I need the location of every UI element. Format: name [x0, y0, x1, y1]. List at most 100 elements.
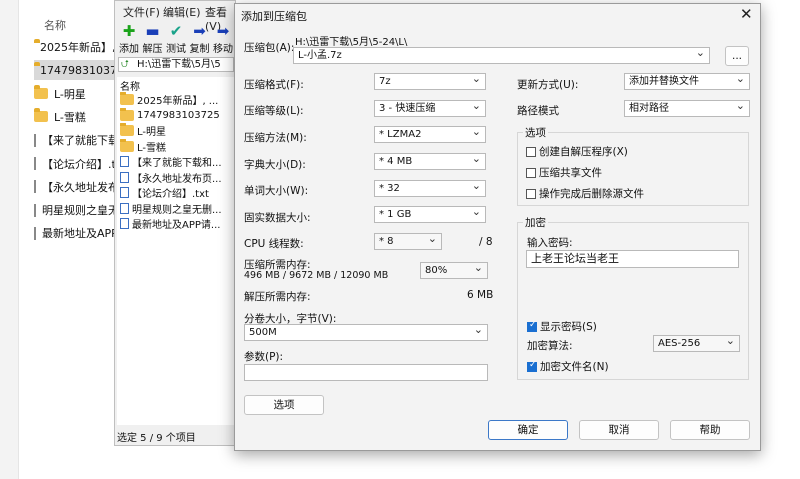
encrypt-names-row[interactable]: 加密文件名(N): [527, 359, 609, 374]
show-password-checkbox[interactable]: [527, 320, 537, 332]
explorer-list-item[interactable]: L-明星: [34, 84, 118, 104]
file-name: 2025年新品】, ...: [137, 96, 219, 107]
encrypt-names-checkbox[interactable]: [527, 360, 537, 372]
file-icon: [34, 157, 36, 170]
file-list[interactable]: 名称 2025年新品】, ... 17479831037​25 L-明星 L-雪糕 【来…: [117, 77, 235, 425]
explorer-list-item[interactable]: 最新地址及APP...: [34, 223, 127, 243]
show-password-row[interactable]: 显示密码(S): [527, 319, 597, 334]
menu-file[interactable]: 文件(F): [123, 4, 160, 20]
file-list-row[interactable]: 【论坛介绍】.txt: [120, 185, 232, 200]
explorer-list-item[interactable]: L-雪糕: [34, 107, 118, 127]
file-list-row[interactable]: 17479831037​25: [120, 107, 232, 123]
help-button[interactable]: 帮助: [670, 420, 750, 440]
toolbar-move-button[interactable]: ➡ 移动: [211, 23, 235, 55]
options-button[interactable]: 选项: [244, 395, 324, 415]
method-combo[interactable]: * LZMA2: [374, 124, 486, 143]
folder-icon: [120, 92, 134, 105]
explorer-list-item[interactable]: 17479831037...: [34, 60, 127, 81]
threads-label: CPU 线程数:: [244, 238, 304, 250]
word-combo[interactable]: * 32: [374, 178, 486, 197]
7zip-file-manager: 文件(F) 编辑(E) 查看(V) ✚ 添加 ▬ 解压 ✔ 测试 ➡ 复制 ➡ 移动 ⮍ H:\迅…: [114, 0, 236, 446]
toolbar-test-button[interactable]: ✔ 测试: [164, 23, 188, 55]
toolbar-label: 移动: [213, 44, 233, 55]
dict-combo[interactable]: * 4 MB: [374, 151, 486, 170]
format-combo[interactable]: 7z: [374, 71, 486, 90]
file-name: 明星规则之皇无删...: [132, 204, 222, 216]
file-icon: [34, 180, 36, 194]
shared-checkbox[interactable]: [526, 167, 536, 178]
file-list-row[interactable]: L-雪糕: [120, 138, 232, 154]
folder-icon: [34, 108, 48, 123]
explorer-column-name[interactable]: 名称: [44, 17, 66, 33]
explorer-list-item[interactable]: 【永久地址发布...: [34, 177, 130, 197]
up-folder-icon[interactable]: ⮍: [121, 58, 129, 71]
explorer-list-item[interactable]: 【来了就能下载...: [34, 130, 130, 150]
path-mode-combo[interactable]: 相对路径: [624, 98, 750, 117]
file-list-row[interactable]: 【来了就能下载和...: [120, 154, 232, 169]
close-icon[interactable]: ✕: [740, 5, 753, 23]
mem-compress-detail: 496 MB / 9672 MB / 12090 MB: [244, 270, 389, 281]
address-bar[interactable]: ⮍ H:\迅雷下载\5月\5: [118, 57, 234, 72]
ok-button[interactable]: 确定: [488, 420, 568, 440]
update-combo[interactable]: 添加并替换文件: [624, 71, 750, 90]
level-combo[interactable]: 3 - 快速压缩: [374, 98, 486, 117]
file-list-row[interactable]: L-明星: [120, 123, 232, 138]
copy-icon: ➡: [193, 22, 206, 40]
menu-edit[interactable]: 编辑(E): [163, 4, 201, 20]
solid-label: 固实数据大小:: [244, 212, 311, 224]
params-label: 参数(P):: [244, 351, 284, 363]
toolbar-copy-button[interactable]: ➡ 复制: [188, 23, 212, 55]
params-input[interactable]: [244, 364, 488, 381]
list-column-name[interactable]: 名称: [120, 78, 140, 93]
toolbar-extract-button[interactable]: ▬ 解压: [141, 23, 165, 55]
threads-combo[interactable]: * 8: [374, 231, 442, 250]
sfx-checkbox-row[interactable]: 创建自解压程序(X): [526, 144, 628, 159]
file-list-row[interactable]: 【永久地址发布页...: [120, 170, 232, 185]
test-icon: ✔: [169, 22, 183, 40]
move-icon: ➡: [216, 22, 230, 40]
file-icon: [120, 171, 129, 183]
file-icon: [120, 202, 129, 214]
file-list-row[interactable]: 2025年新品】, ...: [120, 92, 232, 107]
path-mode-label: 路径模式: [517, 105, 559, 117]
extract-icon: ▬: [145, 22, 160, 40]
options-group-title: 选项: [523, 125, 548, 140]
word-label: 单词大小(W):: [244, 185, 309, 197]
level-label: 压缩等级(L):: [244, 105, 304, 117]
enc-method-combo[interactable]: AES-256: [653, 333, 740, 352]
mem-percent-combo[interactable]: 80%: [420, 260, 488, 279]
dialog-title: 添加到压缩包: [241, 10, 307, 23]
toolbar-label: 解压: [142, 44, 163, 55]
explorer-nav-strip: [0, 0, 19, 479]
dict-label: 字典大小(D):: [244, 159, 306, 171]
archive-label: 压缩包(A):: [244, 42, 295, 54]
sfx-checkbox[interactable]: [526, 146, 536, 157]
toolbar-label: 添加: [119, 44, 139, 55]
add-icon: ✚: [122, 22, 136, 40]
folder-icon: [120, 123, 134, 136]
file-name: L-雪糕: [137, 142, 167, 154]
solid-combo[interactable]: * 1 GB: [374, 204, 486, 223]
volume-combo[interactable]: 500M: [244, 322, 488, 341]
explorer-list-item[interactable]: 明星规则之皇无...: [34, 200, 130, 220]
shared-checkbox-row[interactable]: 压缩共享文件: [526, 165, 602, 180]
password-input[interactable]: 上老王论坛当老王: [526, 250, 739, 268]
archive-name-combo[interactable]: L-小孟.7z: [293, 45, 710, 64]
update-label: 更新方式(U):: [517, 79, 579, 91]
browse-button[interactable]: ...: [725, 46, 749, 66]
delete-checkbox-row[interactable]: 操作完成后删除源文件: [526, 186, 644, 201]
cancel-button[interactable]: 取消: [579, 420, 659, 440]
explorer-list-item[interactable]: 【论坛介绍】.t...: [34, 154, 126, 174]
toolbar-label: 测试: [166, 44, 186, 55]
file-name: 【永久地址发布页...: [132, 173, 222, 185]
enc-method-label: 加密算法:: [527, 340, 573, 352]
folder-icon: [120, 138, 134, 152]
file-list-row[interactable]: 最新地址及APP请...: [120, 216, 232, 231]
toolbar-label: 复制: [189, 44, 210, 55]
delete-checkbox[interactable]: [526, 188, 536, 199]
password-label: 输入密码:: [527, 237, 573, 249]
explorer-list-item[interactable]: 2025年新品】, ...: [34, 37, 129, 57]
file-list-row[interactable]: 明星规则之皇无删...: [120, 201, 232, 216]
status-bar: 选定 5 / 9 个项目: [117, 433, 196, 444]
toolbar-add-button[interactable]: ✚ 添加: [117, 23, 141, 55]
